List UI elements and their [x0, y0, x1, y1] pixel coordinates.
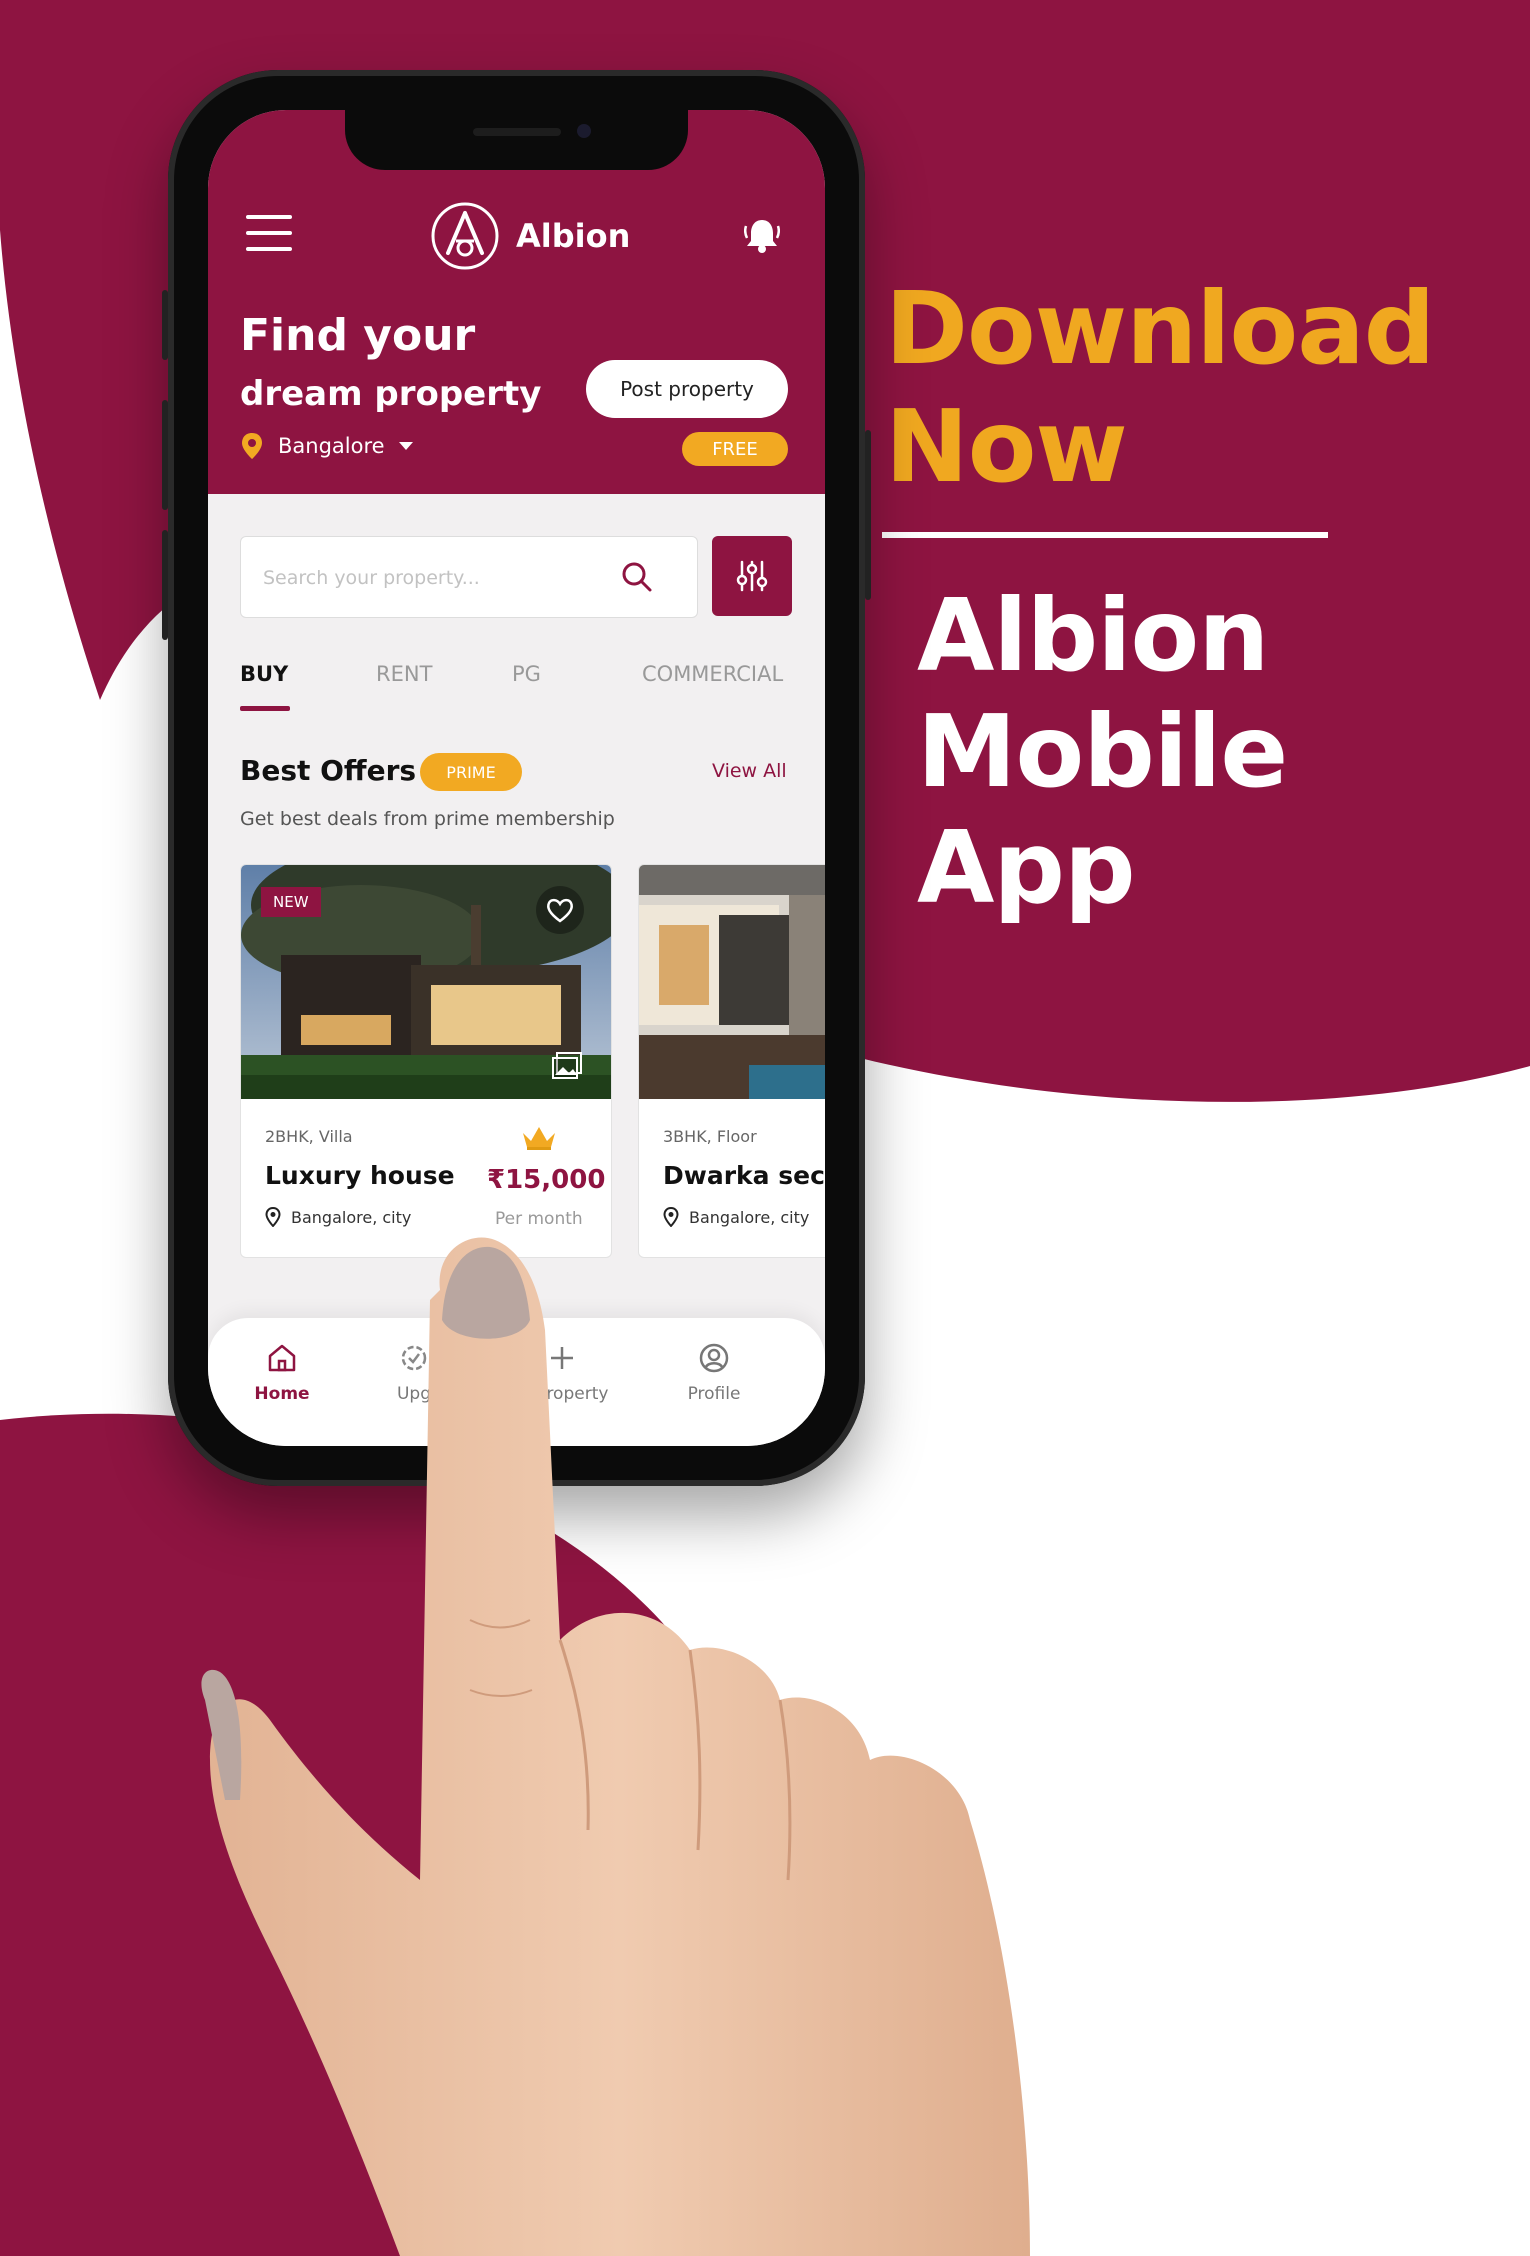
filter-sliders-icon: [736, 560, 768, 592]
brand-name: Albion: [516, 217, 631, 255]
promo-divider: [882, 532, 1328, 538]
prime-badge: PRIME: [420, 753, 522, 791]
location-selector[interactable]: Bangalore: [240, 432, 413, 460]
promo-app-name-block: Albion Mobile App: [885, 578, 1485, 926]
location-pin-icon: [265, 1207, 281, 1227]
promo-text-block: Download Now Albion Mobile App: [882, 270, 1485, 926]
phone-power-button: [865, 430, 871, 600]
nav-home-label: Home: [254, 1384, 310, 1404]
hamburger-menu-icon[interactable]: [246, 215, 292, 251]
active-tab-indicator: [240, 706, 290, 711]
bottom-navigation: Home Upg st Property Profile: [208, 1318, 825, 1446]
free-badge: FREE: [682, 432, 788, 466]
notch-speaker: [473, 128, 561, 136]
property-card[interactable]: 3BHK, Floor Dwarka sect Bangalore, city: [638, 864, 825, 1258]
promo-download-line1: Download: [885, 270, 1435, 387]
property-card[interactable]: NEW 2BHK, Villa Luxury house Bangalore, …: [240, 864, 612, 1258]
card-price: ₹15,000: [487, 1165, 606, 1195]
app-screen: Albion Find your dream property Bangalor…: [208, 110, 825, 1446]
bell-icon[interactable]: [744, 216, 780, 254]
card-property-type: 2BHK, Villa: [265, 1127, 353, 1146]
brand-logo: Albion: [430, 198, 630, 274]
tab-buy[interactable]: BUY: [240, 662, 288, 686]
location-pin-icon: [242, 433, 262, 459]
card-location-text: Bangalore, city: [689, 1207, 810, 1227]
tab-rent[interactable]: RENT: [376, 662, 432, 686]
promo-app-line3: App: [917, 809, 1136, 926]
albion-logo-icon: [431, 202, 499, 270]
upgrade-badge-icon: [401, 1345, 427, 1371]
card-price-note: Per month: [495, 1209, 583, 1229]
phone-side-button: [162, 290, 168, 360]
phone-volume-up: [162, 400, 168, 510]
headline-find-your: Find your: [240, 310, 476, 361]
plus-icon: [551, 1347, 573, 1369]
nav-upgrade[interactable]: Upg: [354, 1342, 474, 1404]
location-pin-icon: [663, 1207, 679, 1227]
view-all-link[interactable]: View All: [712, 760, 787, 782]
promo-app-line1: Albion: [917, 577, 1269, 694]
search-input[interactable]: [261, 537, 615, 619]
location-label: Bangalore: [278, 434, 385, 458]
card-title: Luxury house: [265, 1161, 455, 1190]
nav-profile-label: Profile: [687, 1384, 741, 1404]
phone-notch: [345, 110, 688, 170]
nav-profile[interactable]: Profile: [654, 1342, 774, 1404]
post-property-button[interactable]: Post property: [586, 360, 788, 418]
tab-commercial[interactable]: COMMERCIAL: [642, 662, 783, 686]
phone-mockup: Albion Find your dream property Bangalor…: [162, 70, 871, 1486]
chevron-down-icon: [398, 442, 413, 450]
gallery-icon[interactable]: [551, 1051, 583, 1081]
best-offers-title: Best Offers: [240, 754, 417, 787]
notch-camera: [577, 124, 591, 138]
card-property-type: 3BHK, Floor: [663, 1127, 757, 1146]
nav-post-property[interactable]: st Property: [502, 1342, 622, 1404]
filter-button[interactable]: [712, 536, 792, 616]
best-offers-subtitle: Get best deals from prime membership: [240, 808, 615, 830]
card-title: Dwarka sect: [663, 1161, 825, 1190]
phone-volume-down: [162, 530, 168, 640]
nav-upgrade-label: Upg: [396, 1384, 432, 1404]
card-location: Bangalore, city: [265, 1207, 411, 1227]
heart-icon[interactable]: [535, 885, 585, 935]
headline-dream-property: dream property: [240, 374, 542, 414]
new-badge: NEW: [261, 887, 321, 917]
category-tabs: BUY RENT PG COMMERCIAL: [240, 662, 825, 722]
crown-icon: [523, 1127, 555, 1150]
card-location: Bangalore, city: [663, 1207, 809, 1227]
card-location-text: Bangalore, city: [291, 1207, 412, 1227]
search-bar: [240, 536, 698, 619]
promo-app-line2: Mobile: [917, 693, 1288, 810]
home-icon: [268, 1344, 296, 1372]
nav-home[interactable]: Home: [222, 1342, 342, 1404]
promo-download-line2: Now: [885, 388, 1128, 505]
profile-icon: [699, 1343, 729, 1373]
tab-pg[interactable]: PG: [512, 662, 541, 686]
search-icon[interactable]: [619, 559, 655, 595]
property-photo-floor: [639, 865, 825, 1099]
nav-post-property-label: st Property: [515, 1384, 609, 1404]
